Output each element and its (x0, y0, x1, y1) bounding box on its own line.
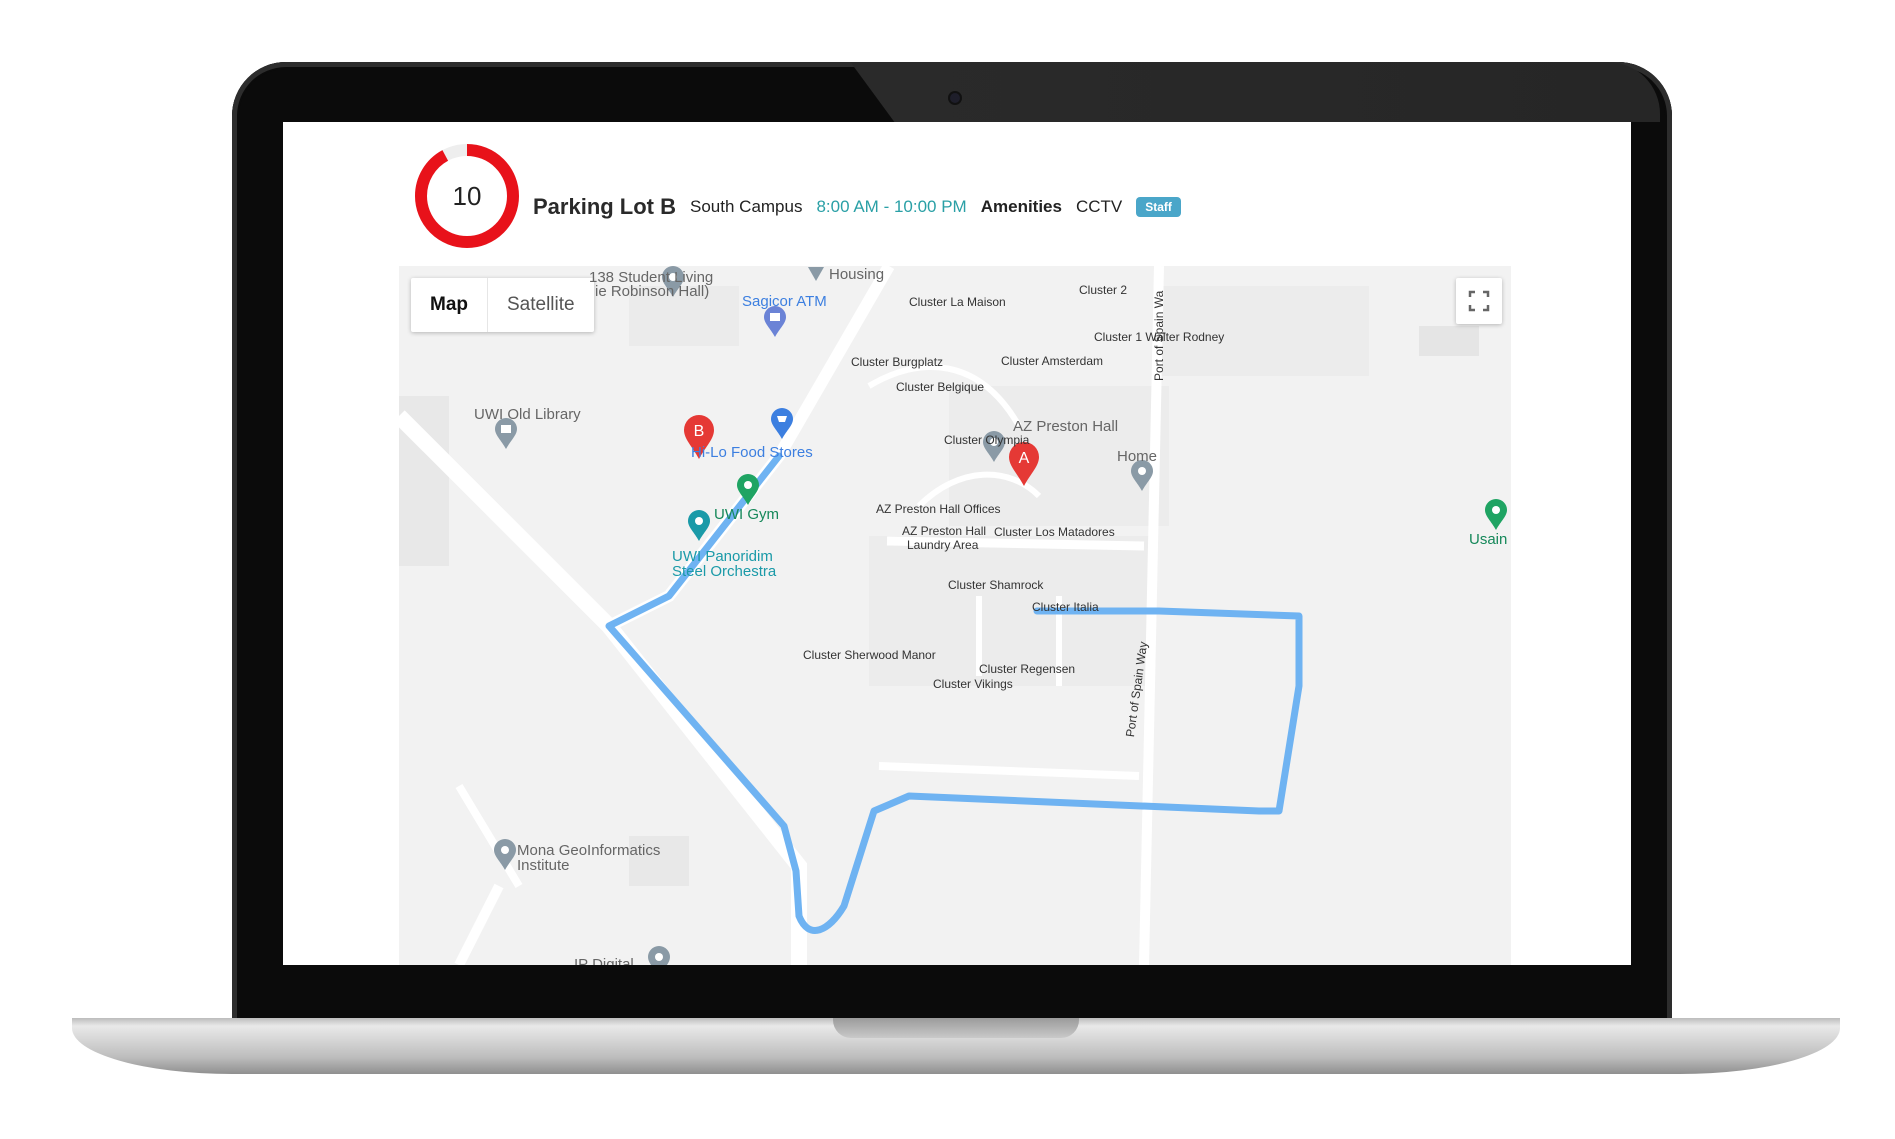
map-label: UWI Old Library (474, 406, 581, 423)
lot-header: 10 Parking Lot B South Campus 8:00 AM - … (283, 122, 1631, 262)
orchestra-pin-icon[interactable] (687, 510, 711, 542)
housing-pin-icon[interactable] (807, 266, 825, 282)
map-label: Sagicor ATM (742, 293, 827, 310)
map-label: Cluster Belgique (896, 380, 985, 394)
map-label: Cluster Amsterdam (1001, 354, 1104, 368)
map-label: AZ Preston Hall (902, 524, 987, 538)
lot-name: Parking Lot B (533, 194, 677, 219)
lot-info: Parking Lot B South Campus 8:00 AM - 10:… (533, 192, 1181, 222)
map-label: Cluster Shamrock (948, 578, 1044, 592)
ip-digital-pin-icon[interactable] (647, 946, 671, 965)
spaces-available: 10 (452, 181, 482, 211)
amenities-value: CCTV (1075, 197, 1123, 216)
map-label: AZ Preston Hall Offices (876, 502, 1001, 516)
map-label: Housing (829, 266, 885, 283)
map-label: Cluster Burgplatz (851, 355, 944, 369)
screen: 10 Parking Lot B South Campus 8:00 AM - … (283, 122, 1631, 965)
staff-badge: Staff (1136, 197, 1181, 217)
map-label: Cluster Olympia (944, 433, 1030, 447)
route-map[interactable]: Map Satellite A B 138 Student Living ie … (399, 266, 1511, 965)
map-label: Steel Orchestra (672, 563, 777, 580)
geoinformatics-pin-icon[interactable] (493, 839, 517, 871)
map-label: IP Digital (574, 956, 634, 965)
shopping-pin-icon[interactable] (770, 408, 794, 440)
svg-text:B: B (694, 423, 705, 440)
gym-pin-icon[interactable] (736, 474, 760, 506)
fullscreen-icon (1468, 290, 1490, 312)
webcam (950, 93, 960, 103)
map-label: UWI Gym (714, 506, 779, 523)
map-label: Home (1117, 448, 1158, 465)
map-label: Hi-Lo Food Stores (691, 444, 813, 461)
park-pin-icon[interactable] (1484, 499, 1508, 531)
map-label: Cluster Italia (1032, 600, 1099, 614)
map-label: Port of Spain Wa (1152, 290, 1166, 381)
marker-a[interactable]: A (1007, 441, 1041, 487)
map-label: Usain E (1469, 531, 1511, 548)
map-label: Cluster 2 (1079, 283, 1128, 297)
map-label: Cluster Los Matadores (994, 525, 1115, 539)
map-label: ie Robinson Hall) (595, 283, 710, 300)
map-button[interactable]: Map (411, 278, 488, 332)
campus-name: South Campus (690, 197, 803, 216)
map-label: Cluster Vikings (933, 677, 1013, 691)
map-label: Cluster Regensen (979, 662, 1076, 676)
satellite-button[interactable]: Satellite (488, 278, 594, 332)
map-label: Laundry Area (907, 538, 979, 552)
map-label: Institute (517, 857, 570, 874)
map-label: AZ Preston Hall (1013, 418, 1119, 435)
atm-pin-icon[interactable] (763, 306, 787, 338)
bezel-shine (850, 62, 1660, 122)
map-label: Cluster La Maison (909, 295, 1006, 309)
opening-hours: 8:00 AM - 10:00 PM (816, 197, 967, 216)
laptop-notch (833, 1018, 1079, 1038)
fullscreen-button[interactable] (1456, 278, 1502, 324)
amenities-label: Amenities (980, 197, 1062, 216)
map-type-control: Map Satellite (411, 278, 594, 332)
svg-text:A: A (1019, 450, 1030, 467)
map-label: Cluster Sherwood Manor (803, 648, 936, 662)
